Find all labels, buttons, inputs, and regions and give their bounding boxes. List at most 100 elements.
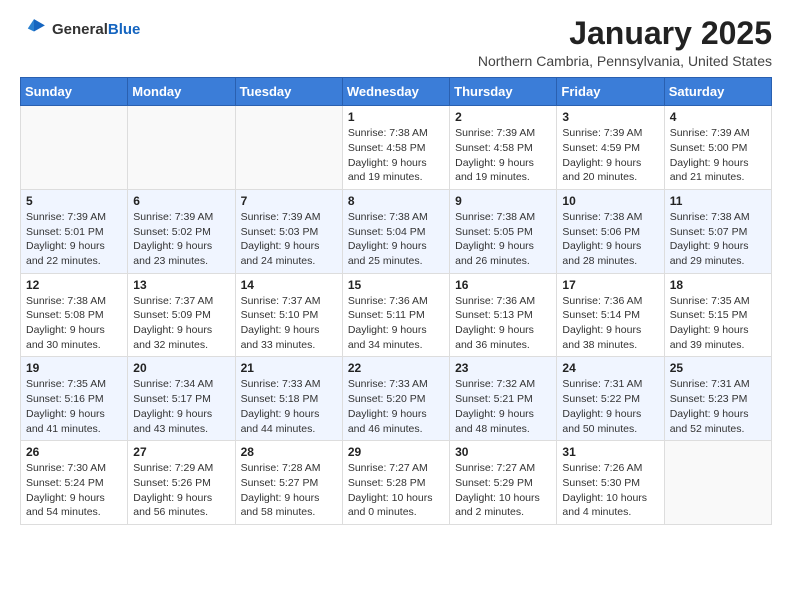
calendar-cell: 23 Sunrise: 7:32 AM Sunset: 5:21 PM Dayli… [450,357,557,441]
logo-general: General [52,21,108,38]
calendar-header-sunday: Sunday [21,78,128,106]
calendar-week-row: 19 Sunrise: 7:35 AM Sunset: 5:16 PM Dayli… [21,357,772,441]
day-info: Sunrise: 7:39 AM Sunset: 5:02 PM Dayligh… [133,210,229,269]
day-number: 26 [26,445,122,459]
month-title: January 2025 [478,16,772,51]
title-block: January 2025 Northern Cambria, Pennsylva… [478,16,772,69]
calendar-week-row: 1Sunrise: 7:38 AM Sunset: 4:58 PM Daylig… [21,106,772,190]
day-number: 31 [562,445,658,459]
day-number: 24 [562,361,658,375]
day-info: Sunrise: 7:38 AM Sunset: 5:07 PM Dayligh… [670,210,766,269]
calendar-week-row: 5 Sunrise: 7:39 AM Sunset: 5:01 PM Daylig… [21,189,772,273]
day-info: Sunrise: 7:35 AM Sunset: 5:16 PM Dayligh… [26,377,122,436]
header: GeneralBlue January 2025 Northern Cambri… [20,16,772,69]
day-info: Sunrise: 7:38 AM Sunset: 5:08 PM Dayligh… [26,294,122,353]
calendar-cell [128,106,235,190]
day-info: Sunrise: 7:33 AM Sunset: 5:20 PM Dayligh… [348,377,444,436]
day-info: Sunrise: 7:37 AM Sunset: 5:10 PM Dayligh… [241,294,337,353]
calendar-cell: 5 Sunrise: 7:39 AM Sunset: 5:01 PM Daylig… [21,189,128,273]
day-number: 4 [670,110,766,124]
calendar-header-thursday: Thursday [450,78,557,106]
logo-text: GeneralBlue [52,21,140,39]
calendar-header-row: SundayMondayTuesdayWednesdayThursdayFrid… [21,78,772,106]
day-number: 8 [348,194,444,208]
day-number: 15 [348,278,444,292]
day-number: 20 [133,361,229,375]
calendar-cell: 22 Sunrise: 7:33 AM Sunset: 5:20 PM Dayli… [342,357,449,441]
day-info: Sunrise: 7:39 AM Sunset: 4:58 PM Dayligh… [455,126,551,185]
day-info: Sunrise: 7:38 AM Sunset: 5:05 PM Dayligh… [455,210,551,269]
calendar-table: SundayMondayTuesdayWednesdayThursdayFrid… [20,77,772,525]
calendar-cell: 4 Sunrise: 7:39 AM Sunset: 5:00 PM Daylig… [664,106,771,190]
day-number: 11 [670,194,766,208]
day-info: Sunrise: 7:31 AM Sunset: 5:22 PM Dayligh… [562,377,658,436]
calendar-cell: 26 Sunrise: 7:30 AM Sunset: 5:24 PM Dayli… [21,441,128,525]
calendar-cell: 24 Sunrise: 7:31 AM Sunset: 5:22 PM Dayli… [557,357,664,441]
calendar-cell: 17 Sunrise: 7:36 AM Sunset: 5:14 PM Dayli… [557,273,664,357]
day-number: 12 [26,278,122,292]
calendar-cell: 9Sunrise: 7:38 AM Sunset: 5:05 PM Daylig… [450,189,557,273]
day-number: 17 [562,278,658,292]
day-info: Sunrise: 7:27 AM Sunset: 5:29 PM Dayligh… [455,461,551,520]
day-info: Sunrise: 7:39 AM Sunset: 4:59 PM Dayligh… [562,126,658,185]
day-number: 22 [348,361,444,375]
day-info: Sunrise: 7:39 AM Sunset: 5:00 PM Dayligh… [670,126,766,185]
day-number: 23 [455,361,551,375]
day-info: Sunrise: 7:36 AM Sunset: 5:13 PM Dayligh… [455,294,551,353]
day-number: 2 [455,110,551,124]
day-number: 25 [670,361,766,375]
day-info: Sunrise: 7:39 AM Sunset: 5:03 PM Dayligh… [241,210,337,269]
calendar-cell: 3 Sunrise: 7:39 AM Sunset: 4:59 PM Daylig… [557,106,664,190]
calendar-header-monday: Monday [128,78,235,106]
day-number: 3 [562,110,658,124]
day-number: 27 [133,445,229,459]
logo-icon [20,16,48,44]
day-number: 29 [348,445,444,459]
calendar-cell: 11 Sunrise: 7:38 AM Sunset: 5:07 PM Dayli… [664,189,771,273]
day-number: 19 [26,361,122,375]
day-info: Sunrise: 7:29 AM Sunset: 5:26 PM Dayligh… [133,461,229,520]
logo-blue-text: Blue [108,21,141,38]
calendar-cell: 16 Sunrise: 7:36 AM Sunset: 5:13 PM Dayli… [450,273,557,357]
calendar-cell: 6 Sunrise: 7:39 AM Sunset: 5:02 PM Daylig… [128,189,235,273]
day-info: Sunrise: 7:38 AM Sunset: 4:58 PM Dayligh… [348,126,444,185]
calendar-cell: 10Sunrise: 7:38 AM Sunset: 5:06 PM Dayli… [557,189,664,273]
logo: GeneralBlue [20,16,140,44]
calendar-cell: 12 Sunrise: 7:38 AM Sunset: 5:08 PM Dayli… [21,273,128,357]
day-number: 21 [241,361,337,375]
calendar-cell: 29Sunrise: 7:27 AM Sunset: 5:28 PM Dayli… [342,441,449,525]
day-info: Sunrise: 7:35 AM Sunset: 5:15 PM Dayligh… [670,294,766,353]
calendar-cell: 14 Sunrise: 7:37 AM Sunset: 5:10 PM Dayli… [235,273,342,357]
day-number: 28 [241,445,337,459]
day-info: Sunrise: 7:31 AM Sunset: 5:23 PM Dayligh… [670,377,766,436]
calendar-cell: 2 Sunrise: 7:39 AM Sunset: 4:58 PM Daylig… [450,106,557,190]
calendar-header-saturday: Saturday [664,78,771,106]
calendar-header-tuesday: Tuesday [235,78,342,106]
calendar-header-friday: Friday [557,78,664,106]
calendar-cell: 25 Sunrise: 7:31 AM Sunset: 5:23 PM Dayli… [664,357,771,441]
day-number: 5 [26,194,122,208]
day-number: 14 [241,278,337,292]
day-info: Sunrise: 7:36 AM Sunset: 5:11 PM Dayligh… [348,294,444,353]
day-info: Sunrise: 7:34 AM Sunset: 5:17 PM Dayligh… [133,377,229,436]
location-subtitle: Northern Cambria, Pennsylvania, United S… [478,53,772,69]
calendar-week-row: 12 Sunrise: 7:38 AM Sunset: 5:08 PM Dayli… [21,273,772,357]
calendar-cell: 28Sunrise: 7:28 AM Sunset: 5:27 PM Dayli… [235,441,342,525]
day-info: Sunrise: 7:38 AM Sunset: 5:04 PM Dayligh… [348,210,444,269]
day-info: Sunrise: 7:30 AM Sunset: 5:24 PM Dayligh… [26,461,122,520]
day-info: Sunrise: 7:32 AM Sunset: 5:21 PM Dayligh… [455,377,551,436]
day-number: 6 [133,194,229,208]
calendar-cell: 30Sunrise: 7:27 AM Sunset: 5:29 PM Dayli… [450,441,557,525]
day-number: 16 [455,278,551,292]
day-info: Sunrise: 7:37 AM Sunset: 5:09 PM Dayligh… [133,294,229,353]
day-number: 18 [670,278,766,292]
calendar-cell: 31 Sunrise: 7:26 AM Sunset: 5:30 PM Dayli… [557,441,664,525]
day-info: Sunrise: 7:26 AM Sunset: 5:30 PM Dayligh… [562,461,658,520]
calendar-week-row: 26 Sunrise: 7:30 AM Sunset: 5:24 PM Dayli… [21,441,772,525]
day-info: Sunrise: 7:38 AM Sunset: 5:06 PM Dayligh… [562,210,658,269]
day-info: Sunrise: 7:39 AM Sunset: 5:01 PM Dayligh… [26,210,122,269]
day-number: 7 [241,194,337,208]
calendar-cell: 21Sunrise: 7:33 AM Sunset: 5:18 PM Dayli… [235,357,342,441]
day-info: Sunrise: 7:36 AM Sunset: 5:14 PM Dayligh… [562,294,658,353]
calendar-header-wednesday: Wednesday [342,78,449,106]
